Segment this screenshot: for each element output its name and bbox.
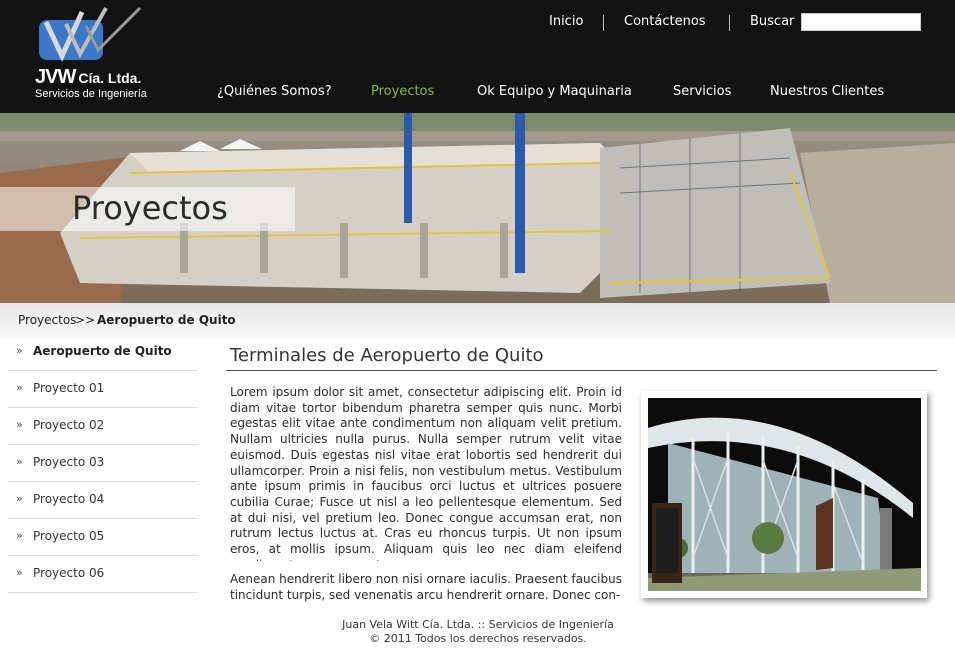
breadcrumb-separator: >> — [75, 313, 96, 327]
breadcrumb: Proyectos >> Aeropuerto de Quito — [0, 303, 955, 337]
bullet-icon: » — [16, 344, 23, 357]
sidebar-item-aeropuerto-de-quito[interactable]: » Aeropuerto de Quito — [8, 334, 198, 371]
sidebar-item-proyecto-05[interactable]: » Proyecto 05 — [8, 519, 198, 556]
footer-copyright: © 2011 Todos los derechos reservados. — [369, 632, 587, 645]
bullet-icon: » — [16, 418, 23, 431]
sidebar-item-label: Aeropuerto de Quito — [33, 344, 172, 358]
sidebar-item-label: Proyecto 01 — [33, 381, 105, 395]
airport-terminal-image — [648, 398, 921, 591]
sidebar-item-proyecto-02[interactable]: » Proyecto 02 — [8, 408, 198, 445]
nav-servicios[interactable]: Servicios — [673, 84, 731, 99]
sidebar-item-label: Proyecto 05 — [33, 529, 105, 543]
content-title: Terminales de Aeropuerto de Quito — [230, 345, 544, 366]
nav-nuestros-clientes[interactable]: Nuestros Clientes — [770, 84, 884, 99]
nav-quienes-somos[interactable]: ¿Quiénes Somos? — [217, 84, 332, 99]
sidebar-item-label: Proyecto 04 — [33, 492, 105, 506]
airport-photo — [641, 391, 927, 598]
bullet-icon: » — [16, 381, 23, 394]
banner-title: Proyectos — [72, 189, 228, 227]
top-link-contactenos[interactable]: Contáctenos — [624, 14, 706, 29]
sidebar-item-proyecto-04[interactable]: » Proyecto 04 — [8, 482, 198, 519]
breadcrumb-current: Aeropuerto de Quito — [97, 313, 236, 327]
site-header: JVW Cía. Ltda. Servicios de Ingeniería In… — [0, 0, 955, 113]
top-link-inicio[interactable]: Inicio — [549, 14, 583, 29]
top-nav-divider — [603, 15, 604, 31]
footer-company: Juan Vela Witt Cía. Ltda. :: Servicios d… — [342, 618, 614, 631]
content-paragraph: Lorem ipsum dolor sit amet, consectetur … — [230, 385, 622, 561]
content-paragraph: Aenean hendrerit libero non nisi ornare … — [230, 572, 622, 602]
breadcrumb-link-proyectos[interactable]: Proyectos — [18, 313, 76, 327]
top-nav-divider — [729, 15, 730, 31]
bullet-icon: » — [16, 566, 23, 579]
bullet-icon: » — [16, 492, 23, 505]
search-input[interactable] — [801, 13, 921, 31]
sidebar-item-label: Proyecto 02 — [33, 418, 105, 432]
search-label: Buscar — [750, 14, 795, 29]
site-footer: Juan Vela Witt Cía. Ltda. :: Servicios d… — [320, 618, 636, 646]
nav-equipo-maquinaria[interactable]: Ok Equipo y Maquinaria — [477, 84, 632, 99]
sidebar-item-proyecto-03[interactable]: » Proyecto 03 — [8, 445, 198, 482]
sidebar-item-proyecto-01[interactable]: » Proyecto 01 — [8, 371, 198, 408]
nav-proyectos[interactable]: Proyectos — [371, 84, 434, 99]
sidebar-item-label: Proyecto 03 — [33, 455, 105, 469]
logo-mark-icon — [39, 6, 142, 62]
main-nav: ¿Quiénes Somos? Proyectos Ok Equipo y Ma… — [0, 84, 955, 102]
banner-construction-photo: Proyectos — [0, 113, 955, 303]
bullet-icon: » — [16, 455, 23, 468]
sidebar-item-proyecto-06[interactable]: » Proyecto 06 — [8, 556, 198, 593]
title-divider — [226, 370, 937, 371]
bullet-icon: » — [16, 529, 23, 542]
sidebar-item-label: Proyecto 06 — [33, 566, 105, 580]
sidebar-project-list: » Aeropuerto de Quito » Proyecto 01 » Pr… — [8, 334, 198, 593]
